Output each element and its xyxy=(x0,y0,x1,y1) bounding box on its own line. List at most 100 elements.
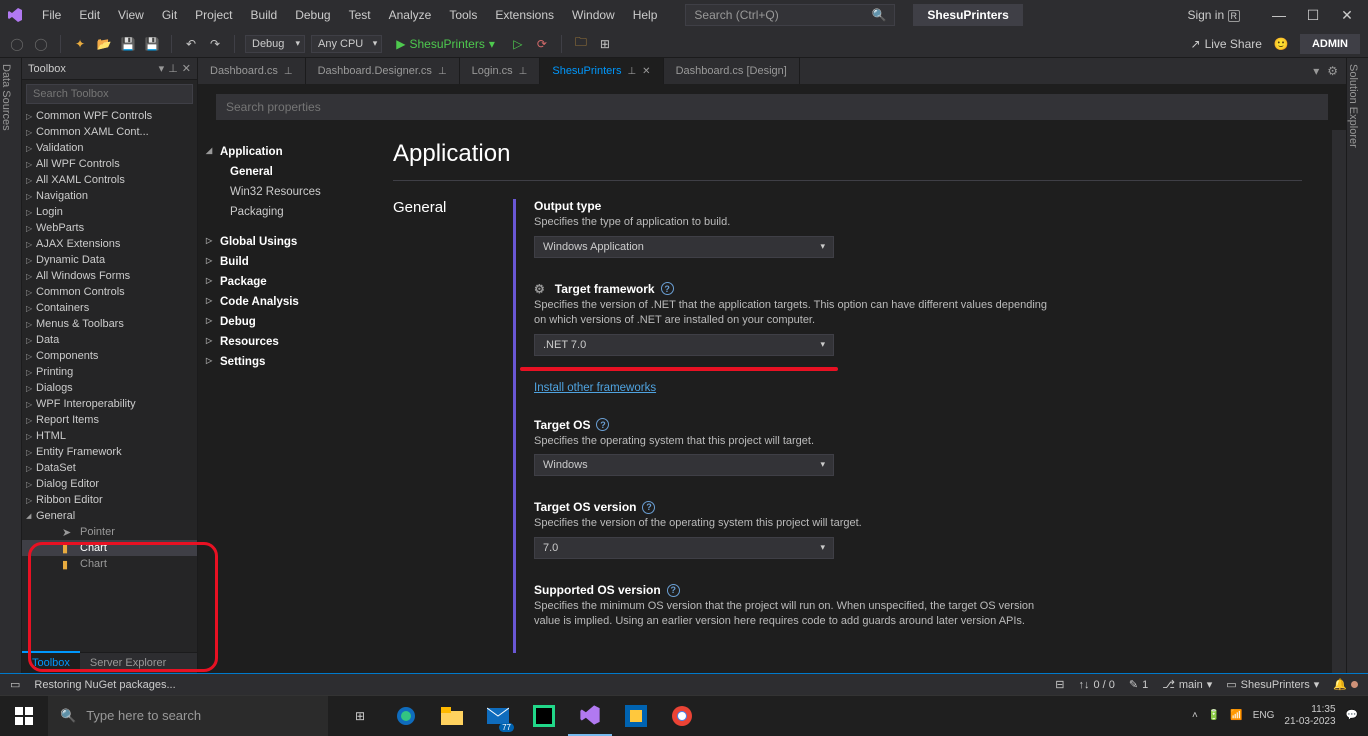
start-nodebug-icon[interactable]: ▷ xyxy=(509,35,527,53)
nav-back-icon[interactable]: ◯ xyxy=(8,35,26,53)
menu-analyze[interactable]: Analyze xyxy=(381,4,440,26)
select-config-icon[interactable]: ⊟ xyxy=(1055,678,1064,691)
tab-overflow-icon[interactable]: ▾ xyxy=(1313,64,1319,78)
tree-item-general[interactable]: General xyxy=(22,508,197,524)
data-sources-rail[interactable]: Data Sources xyxy=(0,58,22,673)
nav-debug[interactable]: Debug xyxy=(206,312,355,332)
platform-dropdown[interactable]: Any CPU xyxy=(311,35,382,53)
tree-item[interactable]: WebParts xyxy=(22,220,197,236)
tree-item[interactable]: Ribbon Editor xyxy=(22,492,197,508)
output-type-select[interactable]: Windows Application xyxy=(534,236,834,258)
save-icon[interactable]: 💾 xyxy=(119,35,137,53)
target-framework-select[interactable]: .NET 7.0 xyxy=(534,334,834,356)
tab-dashboard-design[interactable]: Dashboard.cs [Design] xyxy=(664,58,800,84)
tree-item[interactable]: All Windows Forms xyxy=(22,268,197,284)
nav-fwd-icon[interactable]: ◯ xyxy=(32,35,50,53)
menu-file[interactable]: File xyxy=(34,4,69,26)
layout-icon[interactable]: ⊞ xyxy=(596,35,614,53)
toolbox-tree[interactable]: Common WPF Controls Common XAML Cont... … xyxy=(22,108,197,652)
quick-search[interactable]: Search (Ctrl+Q) 🔍 xyxy=(685,4,895,26)
tree-item[interactable]: Dialogs xyxy=(22,380,197,396)
repo-indicator[interactable]: ▭ ShesuPrinters ▾ xyxy=(1226,678,1319,691)
tray-chevron-icon[interactable]: ˄ xyxy=(1192,710,1198,721)
tool-pointer[interactable]: ➤Pointer xyxy=(22,524,197,540)
nav-global-usings[interactable]: Global Usings xyxy=(206,232,355,252)
tab-toolbox[interactable]: Toolbox xyxy=(22,651,80,673)
maximize-button[interactable]: ☐ xyxy=(1298,4,1328,26)
menu-project[interactable]: Project xyxy=(187,4,240,26)
menu-test[interactable]: Test xyxy=(341,4,379,26)
tree-item[interactable]: Menus & Toolbars xyxy=(22,316,197,332)
menu-edit[interactable]: Edit xyxy=(71,4,108,26)
tab-designer-cs[interactable]: Dashboard.Designer.cs⊥ xyxy=(306,58,460,84)
tree-item[interactable]: Validation xyxy=(22,140,197,156)
tree-item[interactable]: Dialog Editor xyxy=(22,476,197,492)
menu-help[interactable]: Help xyxy=(625,4,666,26)
close-button[interactable]: ✕ xyxy=(1332,4,1362,26)
tree-item[interactable]: Containers xyxy=(22,300,197,316)
redo-icon[interactable]: ↷ xyxy=(206,35,224,53)
tree-item[interactable]: Report Items xyxy=(22,412,197,428)
pending-edits[interactable]: ✎ 1 xyxy=(1129,678,1148,691)
install-frameworks-link[interactable]: Install other frameworks xyxy=(534,382,656,394)
browse-icon[interactable]: 🗀 xyxy=(572,35,590,53)
gear-icon[interactable]: ⚙ xyxy=(1327,64,1338,78)
signin-link[interactable]: Sign in R xyxy=(1187,8,1240,22)
nav-application[interactable]: Application xyxy=(206,142,355,162)
save-all-icon[interactable]: 💾 xyxy=(143,35,161,53)
menu-extensions[interactable]: Extensions xyxy=(487,4,562,26)
menu-git[interactable]: Git xyxy=(154,4,185,26)
open-icon[interactable]: 📂 xyxy=(95,35,113,53)
language-indicator[interactable]: ENG xyxy=(1253,710,1275,721)
tool-chart2[interactable]: ▮Chart xyxy=(22,556,197,572)
tree-item[interactable]: Data xyxy=(22,332,197,348)
tool-chart[interactable]: ▮Chart xyxy=(22,540,197,556)
output-icon[interactable]: ▭ xyxy=(10,678,20,691)
tree-item[interactable]: Printing xyxy=(22,364,197,380)
minimize-button[interactable]: — xyxy=(1264,4,1294,26)
new-item-icon[interactable]: ✦ xyxy=(71,35,89,53)
nav-settings[interactable]: Settings xyxy=(206,352,355,372)
tree-item[interactable]: Login xyxy=(22,204,197,220)
tree-item[interactable]: WPF Interoperability xyxy=(22,396,197,412)
tab-server-explorer[interactable]: Server Explorer xyxy=(80,653,176,673)
hot-reload-icon[interactable]: ⟳ xyxy=(533,35,551,53)
tree-item[interactable]: Entity Framework xyxy=(22,444,197,460)
battery-icon[interactable]: 🔋 xyxy=(1208,710,1220,721)
nav-general[interactable]: General xyxy=(206,162,355,182)
tree-item[interactable]: Navigation xyxy=(22,188,197,204)
clock[interactable]: 11:35 21-03-2023 xyxy=(1284,704,1335,728)
undo-icon[interactable]: ↶ xyxy=(182,35,200,53)
tree-item[interactable]: Common WPF Controls xyxy=(22,108,197,124)
action-center-icon[interactable]: 💬 xyxy=(1346,710,1358,721)
nav-resources[interactable]: Resources xyxy=(206,332,355,352)
help-icon[interactable]: ? xyxy=(642,501,655,514)
help-icon[interactable]: ? xyxy=(596,418,609,431)
tree-item[interactable]: All XAML Controls xyxy=(22,172,197,188)
scrollbar[interactable] xyxy=(1332,130,1346,673)
toolbox-search-input[interactable] xyxy=(26,84,193,104)
tree-item[interactable]: Components xyxy=(22,348,197,364)
tree-item[interactable]: AJAX Extensions xyxy=(22,236,197,252)
menu-build[interactable]: Build xyxy=(243,4,286,26)
pin-icon[interactable]: ⊥ xyxy=(168,62,178,75)
wifi-icon[interactable]: 📶 xyxy=(1230,710,1242,721)
close-panel-icon[interactable]: ✕ xyxy=(182,62,191,75)
tree-item[interactable]: DataSet xyxy=(22,460,197,476)
config-dropdown[interactable]: Debug xyxy=(245,35,305,53)
nav-code-analysis[interactable]: Code Analysis xyxy=(206,292,355,312)
target-os-version-select[interactable]: 7.0 xyxy=(534,537,834,559)
help-icon[interactable]: ? xyxy=(661,282,674,295)
nav-win32[interactable]: Win32 Resources xyxy=(206,182,355,202)
tree-item[interactable]: Common Controls xyxy=(22,284,197,300)
tab-login-cs[interactable]: Login.cs⊥ xyxy=(460,58,541,84)
live-share-button[interactable]: ↗ Live Share xyxy=(1191,37,1262,51)
nav-packaging[interactable]: Packaging xyxy=(206,202,355,222)
menu-view[interactable]: View xyxy=(110,4,152,26)
help-icon[interactable]: ? xyxy=(667,584,680,597)
tab-project-props[interactable]: ShesuPrinters⊥✕ xyxy=(540,58,663,84)
tree-item[interactable]: HTML xyxy=(22,428,197,444)
target-os-select[interactable]: Windows xyxy=(534,454,834,476)
start-debug-button[interactable]: ▶ ShesuPrinters ▾ xyxy=(388,35,503,53)
menu-window[interactable]: Window xyxy=(564,4,623,26)
